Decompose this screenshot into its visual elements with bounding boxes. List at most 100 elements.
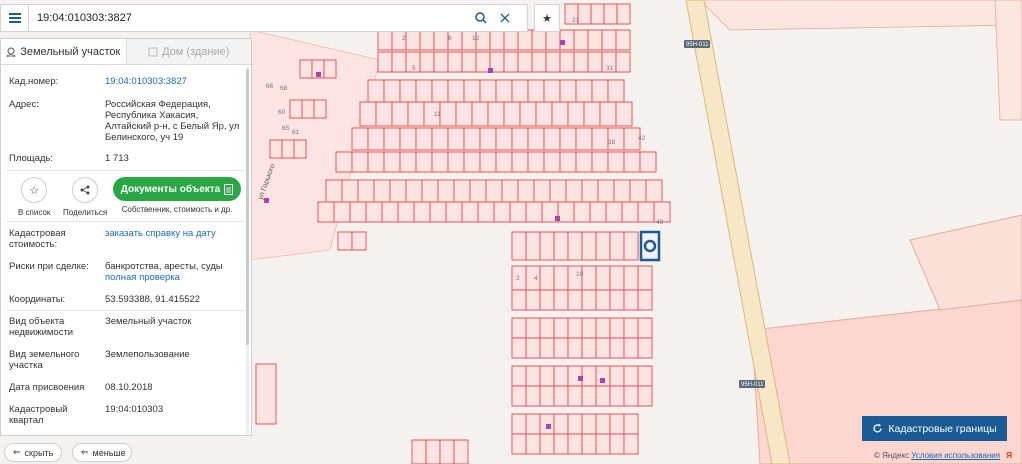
land-plot [447,151,465,173]
land-plot [553,317,569,339]
full-check-link[interactable]: полная проверка [105,272,180,283]
land-plot [553,385,569,407]
land-plot [391,51,407,73]
land-plot [517,29,533,51]
area-label: Площадь: [9,153,53,164]
land-plot [581,179,599,203]
land-plot [581,385,597,407]
land-plot [479,151,497,173]
object-documents-button[interactable]: Документы объекта [113,177,241,201]
land-plot [543,151,561,173]
land-plot [421,179,439,203]
land-plot [615,29,631,51]
land-plot [567,265,583,291]
land-plot [553,231,569,261]
tab-land-plot[interactable]: Земельный участок [1,39,126,64]
land-plot [565,179,583,203]
plot-number-label: 2 [402,35,406,42]
add-to-list-label: В список [18,208,51,217]
land-plot [349,201,367,223]
land-plot [367,79,385,103]
land-plot [545,29,561,51]
land-plot [559,79,577,103]
land-plot [511,317,527,339]
building-marker [546,424,551,429]
cad-quarter-value: 19:04:010303 [105,404,164,415]
plot-number-label: 42 [638,135,646,142]
area-value: 1 713 [105,153,129,164]
map-attribution: © Яндекс Условия использования Я [874,451,1012,460]
land-plot [447,51,463,73]
land-plot [511,289,527,311]
land-plot [527,127,545,151]
land-plot [539,289,555,311]
land-plot [525,365,541,387]
land-plot [623,151,641,173]
land-plot [616,3,631,25]
scrollbar-thumb[interactable] [246,69,249,345]
favorite-star-button[interactable]: ★ [534,4,560,32]
land-plot [391,101,409,127]
land-plot [511,337,527,359]
land-plot [553,413,569,435]
cad-number-label: Кад.номер: [9,76,59,87]
land-plot [325,179,343,203]
land-plot [607,79,625,103]
risks-value: банкротства, аресты, суды полная проверк… [105,261,245,283]
land-plot [501,179,519,203]
terms-link[interactable]: Условия использования [911,451,1000,460]
clear-icon[interactable] [493,6,517,30]
land-plot [609,365,625,387]
land-plot [485,179,503,203]
add-to-list-button[interactable]: ☆ В список [18,177,50,217]
land-plot [415,127,433,151]
plot-number-label: 11 [434,111,441,118]
building-icon [148,47,158,56]
land-plot [595,317,611,339]
land-plot [419,51,435,73]
cad-number-value[interactable]: 19:04:010303:3827 [105,76,245,87]
land-plot [519,101,537,127]
order-certificate-link[interactable]: заказать справку на дату [105,228,245,239]
land-plot [573,29,589,51]
land-plot [299,59,313,79]
land-plot [539,265,555,291]
land-plot [375,101,393,127]
land-plot [567,337,583,359]
land-plot [597,179,615,203]
land-plot [323,59,337,79]
share-button[interactable]: Поделиться [63,177,107,217]
less-button[interactable]: ⇐ меньше [72,443,132,462]
land-plot [573,51,589,73]
cadastral-borders-button[interactable]: Кадастровые границы [862,416,1007,441]
land-plot [551,101,569,127]
coordinates-label: Координаты: [9,294,66,305]
plot-number-label: 5 [412,65,416,72]
land-plot [543,79,561,103]
building-marker [264,198,269,203]
land-plot [351,127,369,151]
land-plot [607,151,625,173]
search-input[interactable] [29,6,469,30]
hide-panel-button[interactable]: ⇐ скрыть [4,443,62,462]
land-plot [589,201,607,223]
plot-number-label: 60 [278,109,286,116]
cadastral-borders-label: Кадастровые границы [888,422,997,435]
land-plot [413,201,431,223]
tab-building[interactable]: Дом (здание) [125,39,251,64]
land-plot [637,289,653,311]
land-plot [553,265,569,291]
menu-button[interactable] [0,4,30,32]
documents-label: Документы объекта [120,183,221,195]
land-plot [595,231,611,261]
share-label: Поделиться [63,208,108,217]
land-plot [609,433,625,455]
land-type-value: Землепользование [105,349,190,360]
search-icon[interactable] [469,6,493,30]
land-plot [419,29,435,51]
land-plot [367,127,385,151]
land-plot [595,265,611,291]
building-marker [488,68,493,73]
land-plot [365,201,383,223]
address-value: Российская Федерация, Республика Хакасия… [105,99,240,143]
